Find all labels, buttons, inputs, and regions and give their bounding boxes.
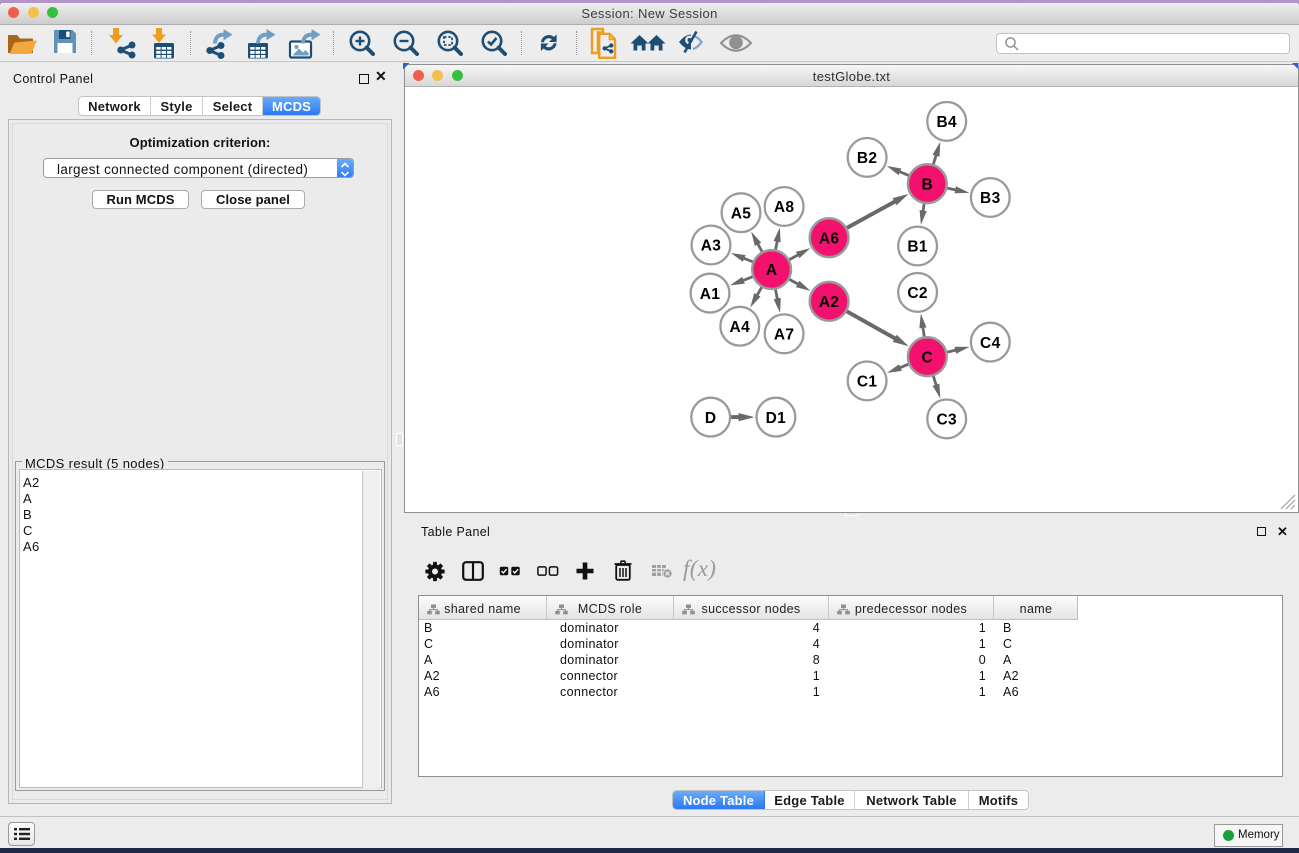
svg-text:C4: C4 xyxy=(980,334,1001,351)
svg-text:A7: A7 xyxy=(774,326,795,343)
svg-text:D: D xyxy=(705,409,717,426)
svg-text:A8: A8 xyxy=(774,199,795,216)
svg-text:C1: C1 xyxy=(857,373,878,390)
svg-text:C2: C2 xyxy=(907,285,928,302)
svg-text:B3: B3 xyxy=(980,190,1001,207)
svg-text:A5: A5 xyxy=(731,205,752,222)
svg-text:A1: A1 xyxy=(700,285,721,302)
svg-text:B2: B2 xyxy=(857,150,878,167)
svg-text:A: A xyxy=(766,262,778,279)
svg-text:C: C xyxy=(922,349,934,366)
svg-text:A6: A6 xyxy=(819,230,840,247)
svg-text:A2: A2 xyxy=(819,294,840,311)
svg-text:D1: D1 xyxy=(766,409,787,426)
svg-text:C3: C3 xyxy=(936,411,957,428)
svg-text:B4: B4 xyxy=(936,114,957,131)
svg-text:B1: B1 xyxy=(907,238,928,255)
svg-text:A3: A3 xyxy=(701,237,722,254)
svg-text:A4: A4 xyxy=(730,318,751,335)
svg-text:B: B xyxy=(922,176,934,193)
